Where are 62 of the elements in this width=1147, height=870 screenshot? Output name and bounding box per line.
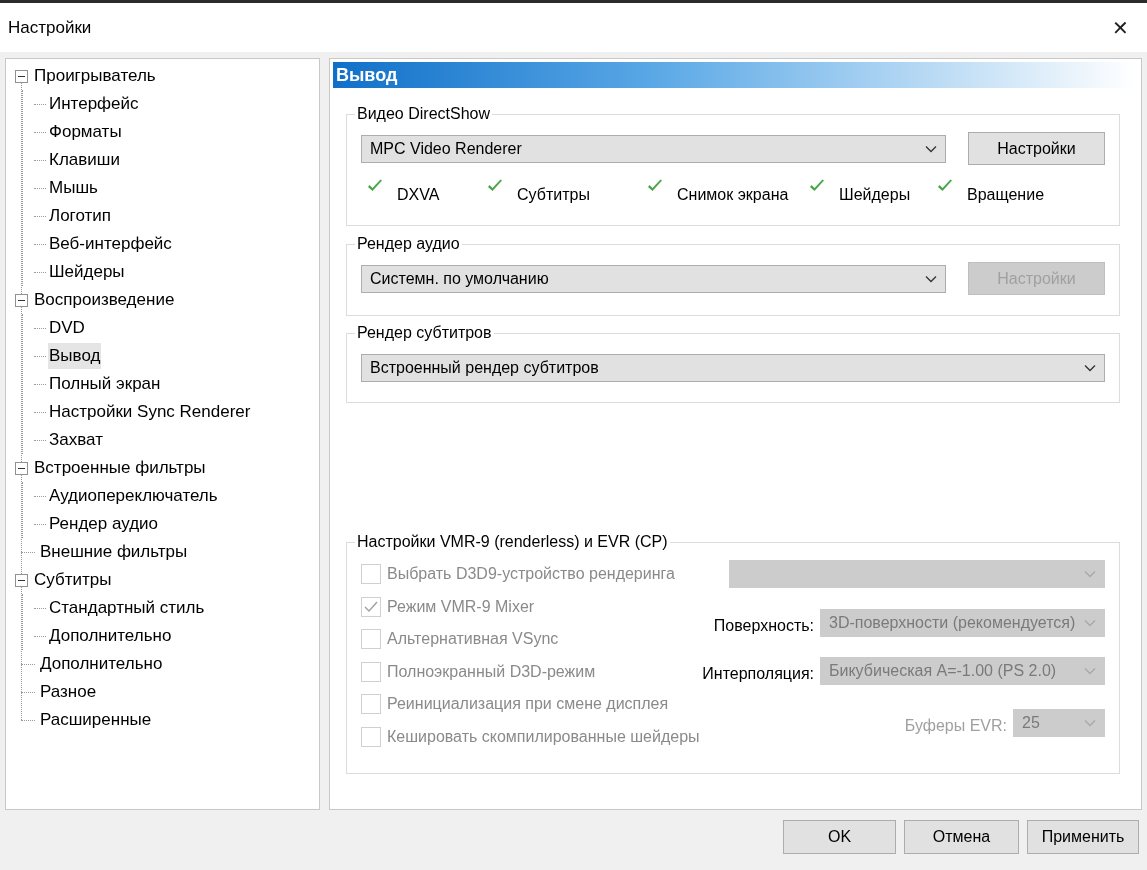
feature-label: Шейдеры — [839, 185, 911, 205]
close-button[interactable]: ✕ — [1108, 12, 1133, 43]
tree-item[interactable]: DVD — [48, 315, 86, 341]
dialog-button[interactable]: Применить — [1027, 820, 1139, 854]
field-label: Интерполяция: — [702, 664, 814, 684]
dialog-button[interactable]: Отмена — [904, 820, 1019, 854]
tree-item[interactable]: Веб-интерфейс — [48, 231, 173, 257]
dialog-button[interactable]: OK — [783, 820, 896, 854]
tree-item[interactable]: Логотип — [48, 203, 112, 229]
tree-item[interactable]: Внешние фильтры — [39, 539, 189, 565]
chevron-down-icon — [1084, 364, 1096, 372]
collapse-toggle-icon[interactable] — [15, 293, 28, 307]
chevron-down-icon — [925, 144, 937, 153]
chevron-down-icon — [1084, 667, 1096, 675]
group-title: Рендер субтитров — [356, 323, 493, 343]
tree-item[interactable]: Субтитры — [33, 567, 113, 593]
collapse-toggle-icon[interactable] — [15, 573, 28, 587]
tree-item[interactable]: Интерфейс — [48, 91, 140, 117]
tree-item[interactable]: Мышь — [48, 175, 99, 201]
chevron-down-icon — [1084, 719, 1096, 727]
group-title: Рендер аудио — [356, 234, 461, 254]
feature-label: Снимок экрана — [677, 185, 789, 205]
tree-item[interactable]: Полный экран — [48, 371, 162, 397]
settings-button[interactable]: Настройки — [968, 132, 1105, 165]
window-title: Настройки — [8, 16, 92, 39]
tree-item[interactable]: Дополнительно — [48, 623, 173, 649]
tree-item[interactable]: Проигрыватель — [33, 63, 157, 89]
tree-item[interactable]: Форматы — [48, 119, 123, 145]
tree-item[interactable]: Встроенные фильтры — [33, 455, 207, 481]
checkbox-label: Реинициализация при смене дисплея — [387, 694, 669, 715]
tree-item[interactable]: Стандартный стиль — [48, 595, 206, 621]
collapse-toggle-icon[interactable] — [15, 69, 28, 83]
chevron-down-icon — [1084, 570, 1096, 578]
checkbox-label: Режим VMR-9 Mixer — [387, 596, 535, 617]
checkbox-label: Альтернативная VSync — [387, 629, 559, 650]
collapse-toggle-icon[interactable] — [15, 461, 28, 475]
tree-item[interactable]: Аудиопереключатель — [48, 483, 219, 509]
tree-item[interactable]: Захват — [48, 427, 104, 453]
checkbox-label: Полноэкранный D3D-режим — [387, 661, 596, 682]
dropdown[interactable]: MPC Video Renderer — [361, 134, 946, 163]
group-title: Видео DirectShow — [356, 104, 491, 124]
tree-item[interactable]: Клавиши — [48, 147, 121, 173]
tree-item[interactable]: Расширенные — [39, 707, 153, 733]
chevron-down-icon — [925, 274, 937, 283]
tree-item[interactable]: Разное — [39, 679, 98, 705]
tree-item[interactable]: Воспроизведение — [33, 287, 176, 313]
dropdown[interactable]: Системн. по умолчанию — [361, 264, 946, 293]
field-label: Поверхность: — [713, 616, 814, 636]
tree-item[interactable]: Шейдеры — [48, 259, 126, 285]
checkbox-label: Кешировать скомпилированные шейдеры — [387, 726, 700, 747]
group-title: Настройки VMR-9 (renderless) и EVR (CP) — [356, 532, 669, 552]
feature-label: DXVA — [397, 185, 440, 205]
feature-label: Вращение — [967, 185, 1045, 205]
tree-item[interactable]: Настройки Sync Renderer — [48, 399, 252, 425]
tree-item[interactable]: Дополнительно — [39, 651, 164, 677]
feature-label: Субтитры — [517, 185, 590, 205]
chevron-down-icon — [1084, 619, 1096, 627]
dropdown[interactable]: Встроенный рендер субтитров — [361, 354, 1105, 382]
checkbox-label: Выбрать D3D9-устройство рендеринга — [387, 564, 675, 585]
field-label: Буферы EVR: — [904, 716, 1007, 736]
tree-item[interactable]: Рендер аудио — [48, 511, 160, 537]
tree-item[interactable]: Вывод — [48, 343, 102, 369]
